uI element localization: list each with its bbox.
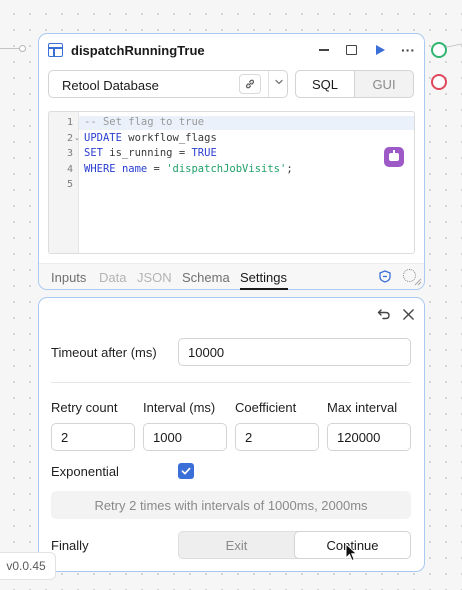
undo-button[interactable] bbox=[376, 306, 392, 322]
code-token: SET bbox=[84, 147, 103, 159]
retry-count-input[interactable] bbox=[51, 423, 135, 451]
line-number: 1 bbox=[66, 117, 73, 128]
interval-input[interactable] bbox=[143, 423, 227, 451]
error-output-port[interactable] bbox=[431, 74, 447, 90]
exponential-checkbox[interactable] bbox=[178, 463, 194, 479]
query-block-header: dispatchRunningTrue ··· bbox=[39, 34, 424, 66]
select-divider bbox=[268, 71, 269, 97]
incoming-connection-handle[interactable] bbox=[19, 45, 26, 52]
table-icon bbox=[48, 43, 63, 57]
shield-icon[interactable] bbox=[379, 270, 391, 283]
tab-json[interactable]: JSON bbox=[137, 270, 172, 285]
query-tabs-bar: Inputs Data JSON Schema Settings bbox=[39, 263, 424, 290]
max-interval-input[interactable] bbox=[327, 423, 411, 451]
fold-toggle-icon[interactable]: ⌄ bbox=[74, 134, 80, 142]
code-token: ; bbox=[286, 162, 293, 175]
code-token: WHERE bbox=[84, 162, 116, 175]
finally-exit-option[interactable]: Exit bbox=[179, 532, 294, 558]
retry-summary: Retry 2 times with intervals of 1000ms, … bbox=[51, 491, 411, 519]
retry-count-label: Retry count bbox=[51, 400, 118, 415]
query-block-title[interactable]: dispatchRunningTrue bbox=[71, 43, 205, 58]
code-token: 'dispatchJobVisits' bbox=[166, 162, 287, 175]
line-number: 4 bbox=[66, 163, 73, 175]
panel-toggle-icon[interactable] bbox=[342, 42, 360, 58]
finally-toggle[interactable]: Exit Continue bbox=[178, 531, 411, 559]
ai-assist-icon[interactable] bbox=[384, 147, 404, 167]
more-options-icon[interactable]: ··· bbox=[399, 42, 417, 58]
coefficient-input[interactable] bbox=[235, 423, 319, 451]
code-token: name bbox=[121, 162, 148, 175]
max-interval-label: Max interval bbox=[327, 400, 398, 415]
undo-icon bbox=[377, 309, 390, 320]
outgoing-connection-line bbox=[447, 43, 462, 48]
mode-sql-option[interactable]: SQL bbox=[296, 71, 355, 97]
close-icon bbox=[402, 308, 414, 320]
query-mode-toggle[interactable]: SQL GUI bbox=[295, 70, 414, 98]
tab-inputs[interactable]: Inputs bbox=[51, 270, 86, 285]
link-icon bbox=[245, 79, 255, 89]
tab-data[interactable]: Data bbox=[99, 270, 126, 285]
code-line[interactable]: WHERE name = 'dispatchJobVisits'; bbox=[84, 163, 293, 175]
query-block[interactable]: dispatchRunningTrue ··· Retool Database … bbox=[38, 33, 425, 290]
mode-gui-option[interactable]: GUI bbox=[355, 71, 413, 97]
run-icon[interactable] bbox=[371, 42, 389, 58]
code-token: -- Set flag to true bbox=[84, 116, 205, 128]
resource-name: Retool Database bbox=[62, 78, 159, 93]
mouse-cursor-icon bbox=[345, 543, 358, 562]
sql-editor[interactable]: 1 -- Set flag to true 2 ⌄ UPDATE workflow_fl… bbox=[48, 111, 415, 254]
minimize-icon[interactable] bbox=[315, 42, 333, 58]
coefficient-label: Coefficient bbox=[235, 400, 297, 415]
close-button[interactable] bbox=[400, 306, 416, 322]
line-number: 3 bbox=[66, 148, 73, 159]
resource-select[interactable]: Retool Database bbox=[48, 70, 288, 98]
finally-label: Finally bbox=[51, 538, 89, 553]
interval-label: Interval (ms) bbox=[143, 400, 216, 415]
timeout-label: Timeout after (ms) bbox=[51, 345, 157, 360]
code-line[interactable]: UPDATE workflow_flags bbox=[84, 132, 217, 144]
incoming-connection-line bbox=[0, 48, 20, 49]
timeout-input[interactable] bbox=[178, 338, 411, 366]
resize-handle-icon[interactable] bbox=[414, 278, 422, 286]
tab-settings[interactable]: Settings bbox=[240, 270, 287, 285]
settings-panel: Timeout after (ms) Retry count Interval … bbox=[38, 297, 425, 572]
code-token: UPDATE bbox=[84, 131, 122, 144]
section-divider bbox=[51, 382, 411, 383]
line-number: 2 bbox=[66, 132, 73, 144]
code-token: is_running = bbox=[102, 147, 192, 159]
check-icon bbox=[181, 467, 191, 475]
success-output-port[interactable] bbox=[431, 42, 447, 58]
code-token: TRUE bbox=[191, 147, 217, 159]
code-line[interactable]: -- Set flag to true bbox=[84, 116, 204, 128]
version-badge: v0.0.45 bbox=[0, 552, 56, 580]
active-tab-indicator bbox=[240, 288, 288, 290]
chevron-down-icon[interactable] bbox=[274, 77, 284, 87]
exponential-label: Exponential bbox=[51, 464, 119, 479]
code-line[interactable]: SET is_running = TRUE bbox=[84, 147, 217, 159]
code-token: workflow_flags bbox=[121, 131, 217, 144]
resource-link-button[interactable] bbox=[239, 74, 261, 94]
code-token: = bbox=[147, 162, 167, 175]
tab-schema[interactable]: Schema bbox=[182, 270, 230, 285]
line-number: 5 bbox=[66, 179, 73, 190]
